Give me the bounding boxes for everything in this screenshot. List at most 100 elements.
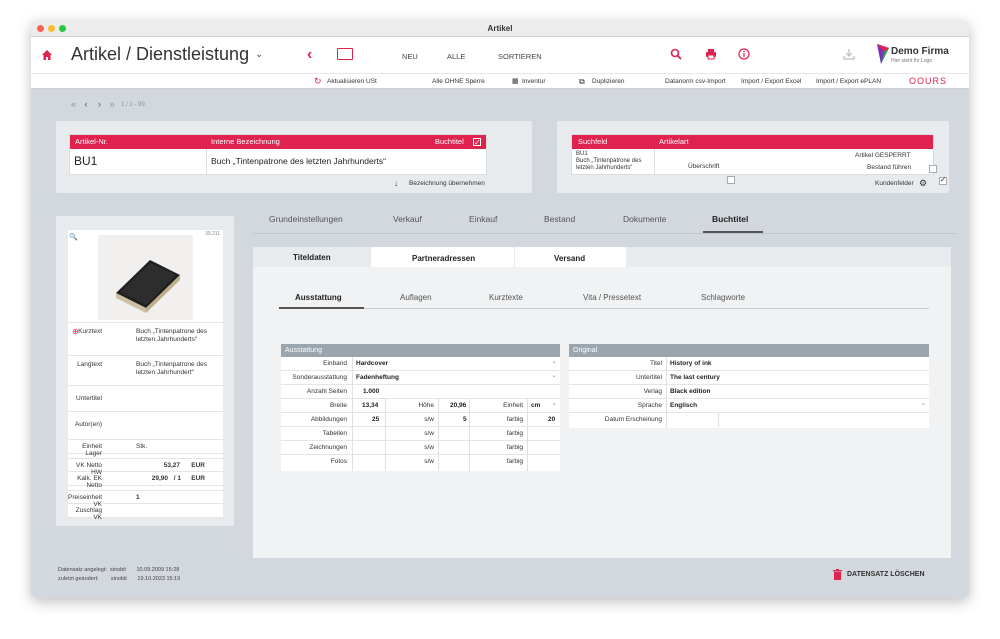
new-button[interactable]: NEU bbox=[402, 52, 418, 61]
height-label: Höhe bbox=[418, 402, 434, 409]
heading-checkbox[interactable] bbox=[727, 176, 735, 184]
sales-net-value[interactable]: 53,27 bbox=[164, 462, 180, 469]
datanorm-import-button[interactable]: Datanorm csv-Import bbox=[665, 78, 726, 85]
color-label: farbig bbox=[506, 458, 523, 465]
illustrations-value[interactable]: 25 bbox=[372, 416, 379, 423]
subtab-titeldaten[interactable]: Titeldaten bbox=[293, 253, 331, 262]
sort-button[interactable]: SORTIEREN bbox=[498, 52, 542, 61]
long-text-value[interactable]: Buch „Tintenpatrone des letzten Jahrhund… bbox=[136, 361, 221, 377]
color-label: farbig bbox=[506, 430, 523, 437]
height-value[interactable]: 20,96 bbox=[450, 402, 466, 409]
custom-fields-button[interactable]: Kundenfelder bbox=[875, 180, 914, 187]
internal-name-field[interactable]: Buch „Tintenpatrone des letzten Jahrhund… bbox=[211, 156, 386, 166]
list-view-icon[interactable] bbox=[337, 48, 353, 60]
update-vat-button[interactable]: Aktualisieren USt bbox=[327, 78, 377, 85]
unit-value[interactable]: cm bbox=[531, 402, 540, 409]
adopt-name-button[interactable]: Bezeichnung übernehmen bbox=[409, 180, 485, 187]
article-blocked-checkbox[interactable] bbox=[928, 165, 937, 173]
brand-name: Demo Firma bbox=[891, 46, 949, 57]
calc-purchase-value[interactable]: 29,90 bbox=[152, 475, 168, 482]
info-icon[interactable] bbox=[738, 48, 750, 60]
tab-dokumente[interactable]: Dokumente bbox=[623, 214, 666, 224]
table-row: Verlag Black edition bbox=[569, 385, 929, 399]
table-row: Tabellen s/w farbig bbox=[281, 427, 560, 441]
record-metadata: Datensatz angelegt: sinobit 10.09.2009 1… bbox=[58, 566, 180, 584]
tab-einkauf[interactable]: Einkauf bbox=[469, 214, 497, 224]
back-arrow-icon[interactable]: ‹ bbox=[307, 46, 312, 64]
minimize-window-button[interactable] bbox=[48, 25, 55, 32]
inventory-button[interactable]: Inventur bbox=[522, 78, 546, 85]
original-subtitle-value[interactable]: The last century bbox=[670, 374, 720, 381]
chevron-down-icon[interactable]: ⌄ bbox=[552, 357, 557, 365]
illustrations-bw-value[interactable]: 5 bbox=[463, 416, 467, 423]
eplan-import-export-button[interactable]: Import / Export ePLAN bbox=[816, 78, 881, 85]
subtab-partneradressen[interactable]: Partneradressen bbox=[412, 254, 475, 263]
all-unblocked-button[interactable]: Alle OHNE Sperre bbox=[432, 78, 485, 85]
original-title-value[interactable]: History of ink bbox=[670, 360, 712, 367]
subtitle-label: Untertitel bbox=[75, 395, 102, 402]
tab-schlagworte[interactable]: Schlagworte bbox=[701, 293, 745, 302]
binding-value[interactable]: Hardcover bbox=[356, 360, 388, 367]
table-row: Fotos s/w farbig bbox=[281, 455, 560, 469]
refresh-icon[interactable]: ↻ bbox=[314, 76, 322, 87]
chevron-down-icon[interactable]: ⌄ bbox=[921, 399, 926, 407]
manage-stock-checkbox[interactable] bbox=[938, 175, 947, 185]
trash-icon[interactable] bbox=[833, 569, 842, 580]
all-button[interactable]: ALLE bbox=[447, 52, 465, 61]
calc-purchase-label: Kalk. EK Netto bbox=[77, 475, 102, 489]
tab-ausstattung[interactable]: Ausstattung bbox=[295, 293, 342, 302]
tab-buchtitel[interactable]: Buchtitel bbox=[712, 214, 748, 224]
language-value[interactable]: Englisch bbox=[670, 402, 697, 409]
delete-record-button[interactable]: DATENSATZ LÖSCHEN bbox=[847, 571, 925, 578]
equipment-header: Ausstattung bbox=[281, 344, 560, 357]
print-icon[interactable] bbox=[705, 48, 717, 60]
excel-import-export-button[interactable]: Import / Export Excel bbox=[741, 78, 801, 85]
book-title-checkbox[interactable] bbox=[473, 136, 481, 150]
price-unit-value[interactable]: 1 bbox=[136, 494, 140, 501]
width-value[interactable]: 13,34 bbox=[362, 402, 378, 409]
table-row: Sonderausstattung Fadenheftung ⌄ bbox=[281, 371, 560, 385]
subtab-versand[interactable]: Versand bbox=[554, 254, 585, 263]
home-icon[interactable] bbox=[41, 49, 53, 61]
prev-page-icon[interactable]: ‹ bbox=[85, 99, 88, 109]
calculator-icon[interactable]: ▦ bbox=[512, 77, 519, 85]
last-page-icon[interactable]: » bbox=[110, 99, 115, 109]
chevron-down-icon[interactable]: ⌄ bbox=[255, 49, 263, 60]
next-page-icon[interactable]: › bbox=[98, 99, 101, 109]
chevron-down-icon[interactable]: ⌄ bbox=[552, 371, 557, 379]
close-window-button[interactable] bbox=[37, 25, 44, 32]
stock-unit-value[interactable]: Stk. bbox=[136, 443, 147, 450]
inner-tabs: Ausstattung Auflagen Kurztexte Vita / Pr… bbox=[279, 291, 929, 309]
illustrations-color-value[interactable]: 20 bbox=[548, 416, 555, 423]
duplicate-icon[interactable]: ⧉ bbox=[579, 77, 585, 87]
tab-kurztexte[interactable]: Kurztexte bbox=[489, 293, 523, 302]
zoom-icon[interactable]: 🔍 bbox=[69, 233, 78, 241]
first-page-icon[interactable]: « bbox=[71, 99, 76, 109]
bw-label: s/w bbox=[424, 416, 434, 423]
brand-logo-icon bbox=[877, 44, 889, 64]
sales-currency: EUR bbox=[191, 462, 205, 469]
search-icon[interactable] bbox=[670, 48, 682, 60]
tab-grundeinstellungen[interactable]: Grundeinstellungen bbox=[269, 214, 343, 224]
tab-vita[interactable]: Vita / Pressetext bbox=[583, 293, 641, 302]
zoom-window-button[interactable] bbox=[59, 25, 66, 32]
article-blocked-label: Artikel GESPERRT bbox=[855, 152, 911, 159]
gear-icon[interactable]: ⚙ bbox=[919, 178, 927, 189]
download-icon[interactable] bbox=[843, 48, 855, 60]
modified-label: zuletzt geändert: bbox=[58, 576, 99, 582]
short-text-value[interactable]: Buch „Tintenpatrone des letzten Jahrhund… bbox=[136, 328, 221, 344]
drawings-label: Zeichnungen bbox=[309, 444, 347, 451]
search-field-value[interactable]: BU1 Buch „Tintenpatrone des letzten Jahr… bbox=[576, 151, 652, 172]
table-row: Untertitel The last century bbox=[569, 371, 929, 385]
publisher-value[interactable]: Black edition bbox=[670, 388, 710, 395]
chevron-down-icon[interactable]: ⌄ bbox=[552, 399, 557, 407]
binding-label: Einband bbox=[323, 360, 347, 367]
article-nr-field[interactable]: BU1 bbox=[74, 154, 97, 168]
pages-value[interactable]: 1.000 bbox=[363, 388, 379, 395]
arrow-down-icon[interactable]: ↓ bbox=[394, 179, 398, 188]
tab-auflagen[interactable]: Auflagen bbox=[400, 293, 432, 302]
tab-bestand[interactable]: Bestand bbox=[544, 214, 575, 224]
special-equipment-value[interactable]: Fadenheftung bbox=[356, 374, 399, 381]
duplicate-button[interactable]: Duplizieren bbox=[592, 78, 625, 85]
tab-verkauf[interactable]: Verkauf bbox=[393, 214, 422, 224]
